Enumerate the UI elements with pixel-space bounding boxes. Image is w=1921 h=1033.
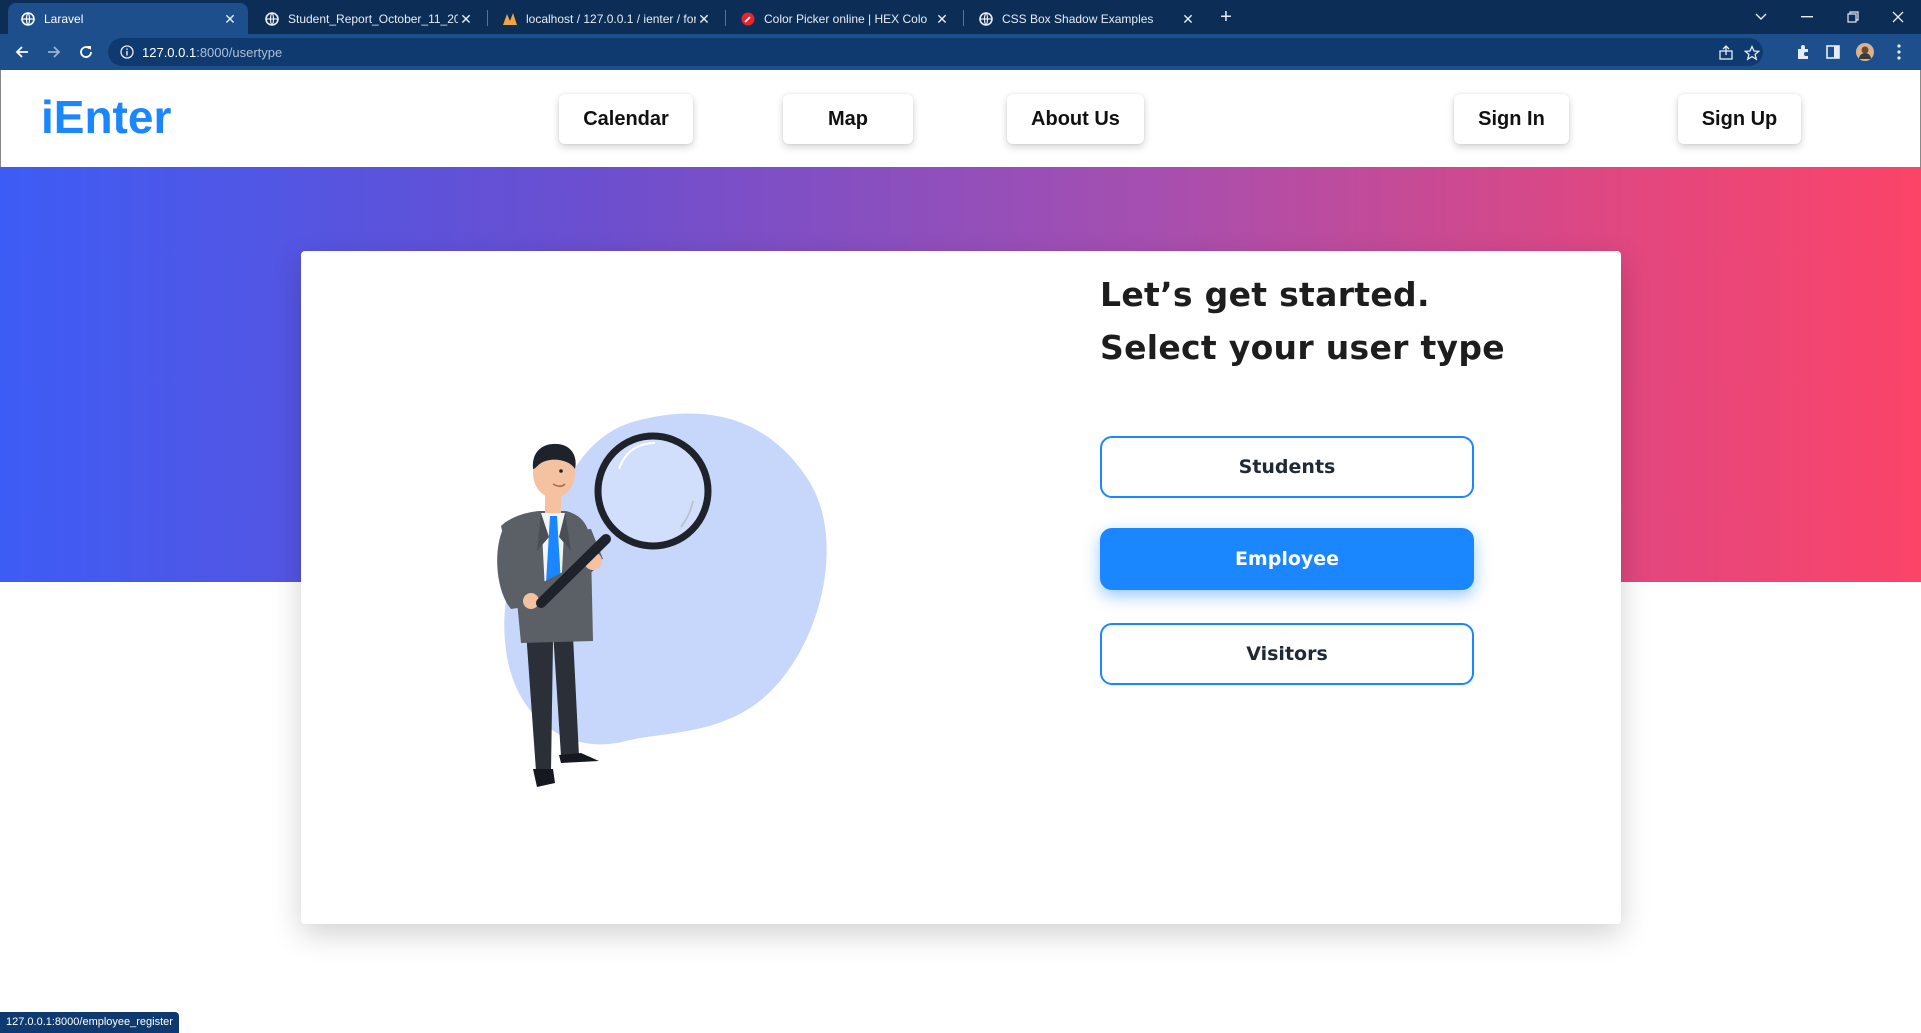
- page: iEnter Calendar Map About Us Sign In Sig…: [0, 70, 1921, 1033]
- link-status-bar: 127.0.0.1:8000/employee_register: [0, 1012, 179, 1033]
- extensions-icon[interactable]: [1793, 42, 1813, 62]
- url-host: 127.0.0.1: [142, 44, 197, 60]
- close-window-button[interactable]: [1875, 0, 1921, 34]
- url-path: :8000/usertype: [196, 44, 283, 60]
- nav-map-button[interactable]: Map: [783, 94, 913, 144]
- site-header: iEnter Calendar Map About Us Sign In Sig…: [0, 70, 1921, 167]
- tab-separator: [725, 10, 726, 26]
- close-icon[interactable]: ✕: [1180, 11, 1196, 27]
- tab-color-picker[interactable]: Color Picker online | HEX Colo ✕: [728, 3, 960, 34]
- close-icon[interactable]: ✕: [458, 11, 474, 27]
- profile-avatar[interactable]: [1855, 42, 1875, 62]
- new-tab-button[interactable]: +: [1213, 5, 1239, 31]
- sign-in-button[interactable]: Sign In: [1454, 94, 1569, 144]
- students-button[interactable]: Students: [1100, 436, 1474, 498]
- tab-search-icon[interactable]: [1738, 0, 1784, 34]
- arrow-right-icon: [48, 46, 61, 58]
- browser-tab-bar: Laravel ✕ Student_Report_October_11_202 …: [0, 0, 1921, 34]
- tab-title: localhost / 127.0.0.1 / ienter / for: [526, 11, 696, 26]
- globe-icon: [264, 11, 280, 27]
- forward-button[interactable]: [40, 38, 68, 66]
- close-icon[interactable]: ✕: [222, 11, 238, 27]
- tab-separator: [487, 10, 488, 26]
- browser-toolbar: 127.0.0.1:8000/usertype: [0, 34, 1921, 70]
- tab-laravel[interactable]: Laravel ✕: [8, 3, 248, 34]
- tab-student-report[interactable]: Student_Report_October_11_202 ✕: [252, 3, 484, 34]
- star-icon[interactable]: [1743, 44, 1761, 61]
- tab-title: Color Picker online | HEX Colo: [764, 11, 928, 26]
- nav-calendar-button[interactable]: Calendar: [559, 94, 693, 144]
- restore-button[interactable]: [1830, 0, 1876, 34]
- arrow-left-icon: [15, 46, 28, 58]
- site-info-icon[interactable]: [118, 43, 136, 61]
- tab-separator: [963, 10, 964, 26]
- share-icon[interactable]: [1718, 45, 1734, 61]
- side-panel-icon[interactable]: [1823, 42, 1843, 62]
- tab-title: Laravel: [44, 11, 84, 26]
- address-bar[interactable]: 127.0.0.1:8000/usertype: [108, 38, 1763, 66]
- site-logo[interactable]: iEnter: [41, 90, 171, 144]
- close-icon[interactable]: ✕: [934, 11, 950, 27]
- close-icon[interactable]: ✕: [696, 11, 712, 27]
- globe-icon: [20, 11, 36, 27]
- kebab-menu-icon[interactable]: [1889, 42, 1909, 62]
- tab-title: CSS Box Shadow Examples: [1002, 11, 1154, 26]
- tab-css-box-shadow[interactable]: CSS Box Shadow Examples ✕: [966, 3, 1206, 34]
- color-picker-icon: [740, 11, 756, 27]
- tab-title: Student_Report_October_11_202: [288, 11, 458, 26]
- headline-line-2: Select your user type: [1100, 328, 1505, 367]
- employee-button[interactable]: Employee: [1100, 528, 1474, 590]
- back-button[interactable]: [8, 38, 36, 66]
- user-type-card: Let’s get started. Select your user type…: [301, 251, 1621, 924]
- nav-about-button[interactable]: About Us: [1007, 94, 1144, 144]
- reload-icon: [80, 46, 92, 58]
- headline-line-1: Let’s get started.: [1100, 275, 1430, 314]
- visitors-button[interactable]: Visitors: [1100, 623, 1474, 685]
- minimize-button[interactable]: [1784, 0, 1830, 34]
- globe-icon: [978, 11, 994, 27]
- phpmyadmin-icon: [502, 11, 518, 27]
- sign-up-button[interactable]: Sign Up: [1678, 94, 1801, 144]
- tab-phpmyadmin[interactable]: localhost / 127.0.0.1 / ienter / for ✕: [490, 3, 722, 34]
- magnifier-man-illustration: [497, 413, 827, 787]
- reload-button[interactable]: [72, 38, 100, 66]
